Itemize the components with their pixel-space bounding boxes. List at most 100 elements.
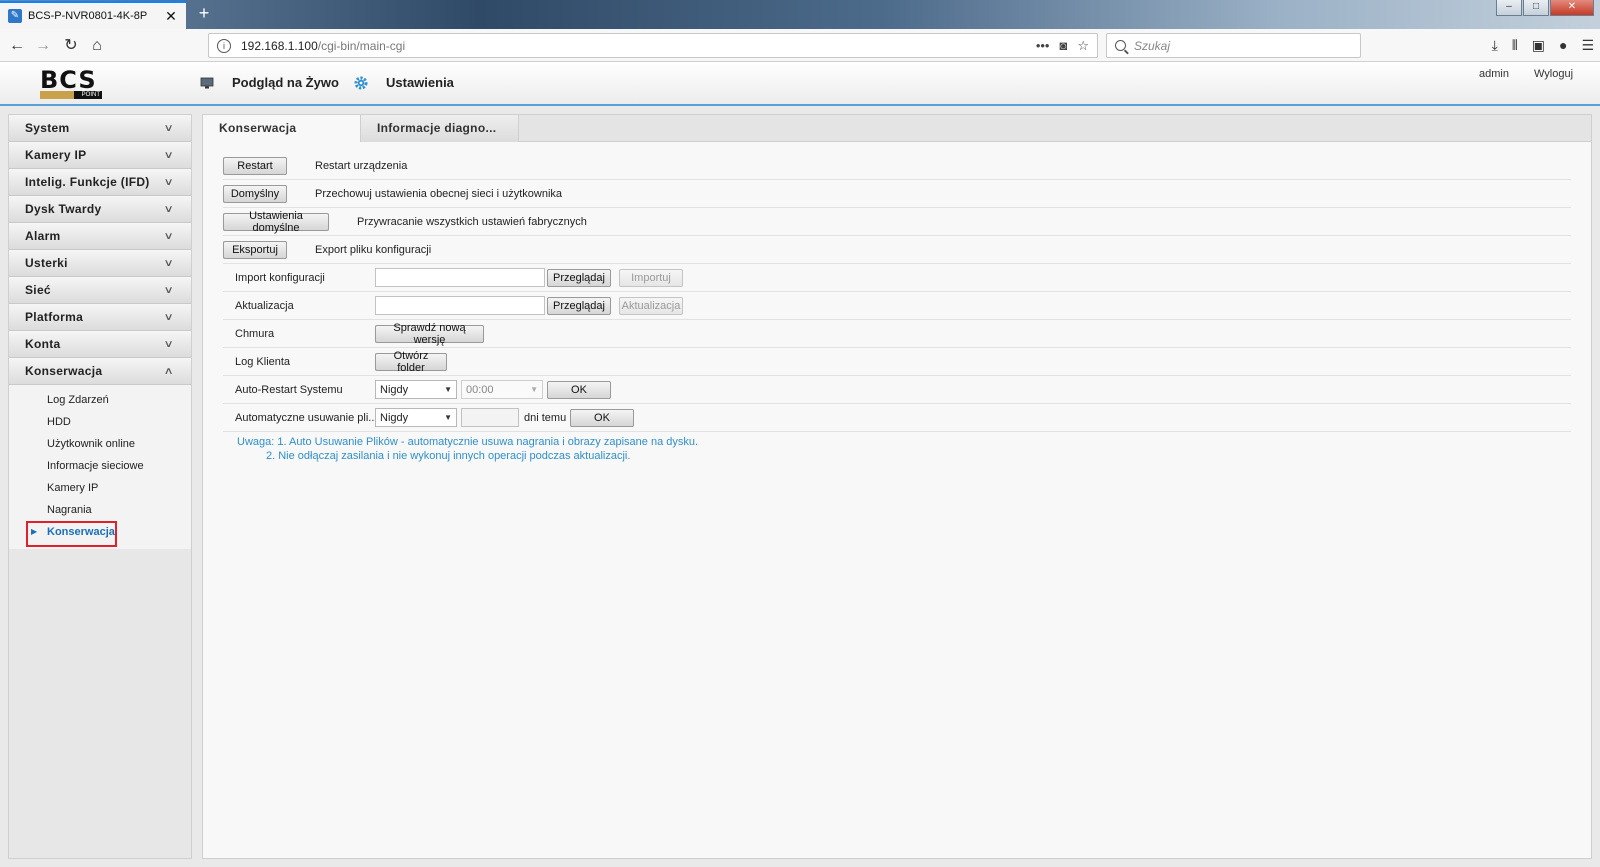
- import-button[interactable]: Importuj: [619, 268, 683, 287]
- app-header: BCS POINT Podgląd na Żywo Ustawienia adm…: [0, 62, 1600, 106]
- restart-button[interactable]: Restart: [223, 156, 287, 175]
- factory-defaults-button[interactable]: Ustawienia domyślne: [223, 210, 329, 234]
- browser-tab-title: BCS-P-NVR0801-4K-8P: [28, 10, 148, 22]
- chevron-down-icon: ∨: [163, 176, 175, 188]
- sidebar-item-maintenance[interactable]: ▶ Konserwacja: [9, 521, 191, 547]
- sidebar-toggle-icon[interactable]: ▣: [1532, 37, 1545, 54]
- logout-link[interactable]: Wyloguj: [1534, 68, 1573, 80]
- update-label: Aktualizacja: [235, 299, 294, 312]
- window-controls: – □ ✕: [1495, 0, 1594, 16]
- download-icon[interactable]: ⤓: [1492, 37, 1498, 54]
- factory-defaults-description: Przywracanie wszystkich ustawień fabrycz…: [357, 215, 587, 228]
- default-button[interactable]: Domyślny: [223, 184, 287, 203]
- chevron-down-icon: ∨: [163, 122, 175, 134]
- chevron-down-icon: ∨: [163, 230, 175, 242]
- auto-restart-time-select[interactable]: 00:00 ▼: [461, 380, 543, 399]
- auto-restart-ok-button[interactable]: OK: [547, 380, 611, 399]
- auto-restart-label: Auto-Restart Systemu: [235, 383, 343, 396]
- sidebar-item-event-log[interactable]: Log Zdarzeń: [9, 389, 191, 411]
- sidebar-group-alarm[interactable]: Alarm ∨: [9, 223, 191, 250]
- sidebar-item-hdd[interactable]: HDD: [9, 411, 191, 433]
- back-icon[interactable]: ←: [6, 35, 28, 57]
- sidebar-group-label: Alarm: [25, 229, 61, 243]
- url-text[interactable]: 192.168.1.100/cgi-bin/main-cgi: [241, 39, 1036, 53]
- auto-delete-select[interactable]: Nigdy ▼: [375, 408, 457, 427]
- bcs-logo: BCS POINT: [40, 68, 106, 99]
- tab-diagnostics[interactable]: Informacje diagno...: [361, 115, 519, 142]
- sidebar-item-ip-cameras[interactable]: Kamery IP: [9, 477, 191, 499]
- forward-icon[interactable]: →: [32, 35, 54, 57]
- site-info-icon[interactable]: i: [217, 38, 231, 53]
- url-bar[interactable]: i 192.168.1.100/cgi-bin/main-cgi ••• ◙ ☆: [208, 33, 1098, 58]
- search-icon: [1115, 40, 1126, 51]
- sidebar-item-online-users[interactable]: Użytkownik online: [9, 433, 191, 455]
- update-button[interactable]: Aktualizacja: [619, 296, 683, 315]
- chevron-down-icon: ∨: [163, 203, 175, 215]
- tab-maintenance[interactable]: Konserwacja: [203, 115, 361, 142]
- export-description: Export pliku konfiguracji: [315, 243, 432, 256]
- reload-icon[interactable]: ↻: [60, 35, 82, 57]
- active-arrow-icon: ▶: [31, 527, 38, 536]
- library-icon[interactable]: ⫴: [1512, 37, 1518, 54]
- live-view-nav[interactable]: Podgląd na Żywo: [200, 75, 339, 90]
- home-icon[interactable]: ⌂: [86, 35, 108, 57]
- search-box[interactable]: Szukaj: [1106, 33, 1361, 58]
- live-view-label: Podgląd na Żywo: [232, 75, 339, 90]
- sidebar-group-accounts[interactable]: Konta ∨: [9, 331, 191, 358]
- sidebar-group-maintenance[interactable]: Konserwacja ∧: [9, 358, 191, 385]
- open-folder-button[interactable]: Otwórz folder: [375, 350, 447, 374]
- minimize-window-button[interactable]: –: [1496, 0, 1522, 16]
- bookmark-star-icon[interactable]: ☆: [1077, 38, 1089, 54]
- sidebar-group-network[interactable]: Sieć ∨: [9, 277, 191, 304]
- import-config-label: Import konfiguracji: [235, 271, 325, 284]
- sidebar-group-ifd[interactable]: Intelig. Funkcje (IFD) ∨: [9, 169, 191, 196]
- sidebar-group-label: Konserwacja: [25, 364, 103, 378]
- sidebar-group-ip-cameras[interactable]: Kamery IP ∨: [9, 142, 191, 169]
- new-tab-button[interactable]: +: [194, 3, 214, 24]
- sidebar-group-platform[interactable]: Platforma ∨: [9, 304, 191, 331]
- maximize-window-button[interactable]: □: [1523, 0, 1549, 16]
- url-path: /cgi-bin/main-cgi: [317, 38, 406, 53]
- pocket-icon[interactable]: ◙: [1059, 38, 1067, 54]
- auto-restart-select[interactable]: Nigdy ▼: [375, 380, 457, 399]
- browser-navbar: ← → ↻ ⌂ i 192.168.1.100/cgi-bin/main-cgi…: [0, 29, 1600, 62]
- export-button[interactable]: Eksportuj: [223, 240, 287, 259]
- sidebar-item-recordings[interactable]: Nagrania: [9, 499, 191, 521]
- chevron-down-icon: ∨: [163, 257, 175, 269]
- chevron-down-icon: ∨: [163, 284, 175, 296]
- update-browse-button[interactable]: Przeglądaj: [547, 296, 611, 315]
- extension-icon[interactable]: ●: [1559, 37, 1567, 54]
- sidebar-group-label: Platforma: [25, 310, 84, 324]
- page-actions-icon[interactable]: •••: [1036, 38, 1050, 54]
- update-file-input[interactable]: [375, 296, 545, 315]
- row-client-log: Log Klienta Otwórz folder: [223, 348, 1571, 376]
- dropdown-caret-icon: ▼: [530, 385, 538, 394]
- sidebar-item-network-info[interactable]: Informacje sieciowe: [9, 455, 191, 477]
- search-placeholder: Szukaj: [1134, 38, 1171, 53]
- sidebar-group-faults[interactable]: Usterki ∨: [9, 250, 191, 277]
- browser-tabbar: ✎ BCS-P-NVR0801-4K-8P ✕ + – □ ✕: [0, 0, 1600, 29]
- settings-nav[interactable]: Ustawienia: [354, 75, 454, 90]
- import-browse-button[interactable]: Przeglądaj: [547, 268, 611, 287]
- gear-icon: [354, 76, 368, 89]
- row-factory-defaults: Ustawienia domyślne Przywracanie wszystk…: [223, 208, 1571, 236]
- site-favicon-icon: ✎: [8, 9, 22, 23]
- close-tab-icon[interactable]: ✕: [164, 8, 178, 25]
- row-update: Aktualizacja Przeglądaj Aktualizacja: [223, 292, 1571, 320]
- auto-restart-value: Nigdy: [380, 383, 409, 396]
- menu-hamburger-icon[interactable]: ☰: [1581, 37, 1594, 54]
- auto-delete-ok-button[interactable]: OK: [570, 408, 634, 427]
- auto-delete-days-input[interactable]: [461, 408, 519, 427]
- browser-toolbar-icons: ⤓ ⫴ ▣ ● ☰: [1492, 37, 1594, 54]
- url-actions: ••• ◙ ☆: [1036, 38, 1097, 54]
- row-import-config: Import konfiguracji Przeglądaj Importuj: [223, 264, 1571, 292]
- check-new-version-button[interactable]: Sprawdź nową wersję: [375, 322, 484, 346]
- sidebar-group-hard-disk[interactable]: Dysk Twardy ∨: [9, 196, 191, 223]
- auto-delete-value: Nigdy: [380, 411, 409, 424]
- current-user: admin: [1479, 68, 1509, 80]
- settings-label: Ustawienia: [386, 75, 454, 90]
- import-file-input[interactable]: [375, 268, 545, 287]
- close-window-button[interactable]: ✕: [1550, 0, 1594, 16]
- browser-tab[interactable]: ✎ BCS-P-NVR0801-4K-8P ✕: [0, 1, 186, 29]
- sidebar-group-system[interactable]: System ∨: [9, 115, 191, 142]
